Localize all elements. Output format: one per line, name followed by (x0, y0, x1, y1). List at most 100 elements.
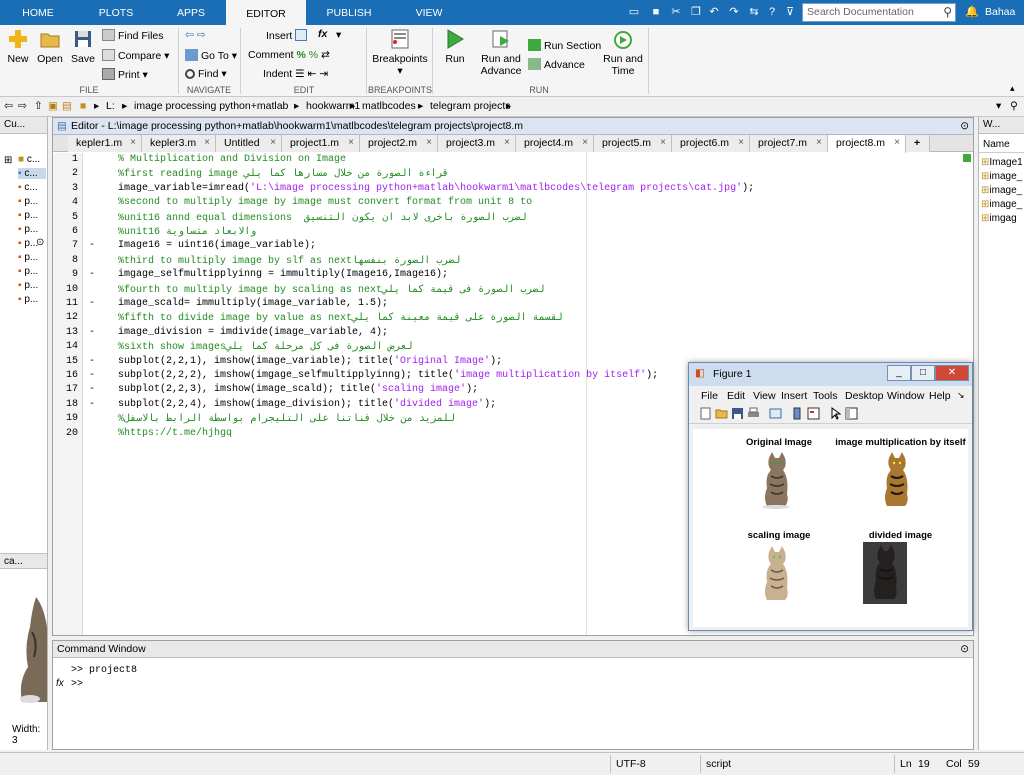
open-button[interactable]: Open (36, 28, 64, 65)
line-number[interactable]: 7 (72, 240, 78, 251)
command-window-menu-icon[interactable]: ⊙ (960, 643, 969, 655)
file-item[interactable]: ▪ p... (18, 196, 38, 207)
editor-tab[interactable]: kepler1.m × (68, 135, 142, 152)
code-analyzer-indicator-icon[interactable] (963, 154, 971, 162)
executable-line-marker[interactable]: - (89, 327, 95, 338)
close-icon[interactable]: × (894, 137, 900, 148)
cut-icon[interactable]: ✂ (668, 4, 684, 20)
line-number[interactable]: 19 (66, 413, 78, 424)
fx-icon[interactable]: fx (56, 678, 64, 689)
code-line[interactable]: %first reading image قراءة الصورة من خلا… (106, 168, 449, 180)
line-number[interactable]: 2 (72, 168, 78, 179)
workspace-variable[interactable]: ⊞Image1 (981, 157, 1023, 168)
code-line[interactable]: %fourth to multiply image by scaling as … (106, 284, 545, 296)
code-line[interactable]: subplot(2,2,2), imshow(imgage_selfmultip… (106, 370, 658, 381)
executable-line-marker[interactable]: - (89, 370, 95, 381)
code-line[interactable]: %unit16 annd equal dimensions لضرب الصور… (106, 212, 527, 224)
tab-home[interactable]: HOME (0, 0, 76, 25)
close-icon[interactable]: × (660, 137, 666, 148)
file-item[interactable]: ▪ p... (18, 238, 38, 249)
switch-windows-icon[interactable]: ⇆ (746, 4, 762, 20)
file-item[interactable]: ▪ c... (18, 168, 46, 179)
search-input[interactable]: Search Documentation ⚲ (802, 3, 956, 22)
executable-line-marker[interactable]: - (89, 298, 95, 309)
code-line[interactable]: subplot(2,2,3), imshow(image_scald); tit… (106, 384, 478, 395)
file-item[interactable]: ▪ p... (18, 294, 38, 305)
print-button[interactable]: Print ▾ (102, 68, 148, 81)
line-number[interactable]: 9 (72, 269, 78, 280)
code-line[interactable]: image_variable=imread('L:\image processi… (106, 183, 754, 194)
line-number[interactable]: 14 (66, 341, 78, 352)
close-icon[interactable]: × (204, 137, 210, 148)
bell-icon[interactable]: 🔔 (964, 4, 980, 20)
collapse-ribbon-icon[interactable]: ▴ (1010, 83, 1015, 94)
figure-window[interactable]: ◧ Figure 1 _ □ ✕ File Edit View Insert T… (688, 362, 973, 631)
path-segment[interactable]: telegram projects (430, 100, 511, 112)
executable-line-marker[interactable]: - (89, 269, 95, 280)
code-line[interactable]: subplot(2,2,4), imshow(image_division); … (106, 399, 496, 410)
forward-icon[interactable]: ⇨ (18, 100, 27, 112)
save-quick-icon[interactable]: ■ (648, 4, 664, 20)
code-line[interactable]: %second to multiply image by image must … (106, 197, 532, 208)
workspace-variable[interactable]: ⊞image_ (981, 171, 1022, 182)
maximize-button[interactable]: □ (911, 365, 935, 381)
line-number[interactable]: 11 (66, 298, 78, 309)
close-icon[interactable]: × (816, 137, 822, 148)
file-item[interactable]: ■ c... (18, 154, 40, 165)
close-icon[interactable]: × (582, 137, 588, 148)
code-line[interactable]: %third to multiply image by slf as nextل… (106, 255, 460, 267)
close-icon[interactable]: × (738, 137, 744, 148)
figure-titlebar[interactable]: ◧ Figure 1 _ □ ✕ (689, 363, 972, 386)
line-number[interactable]: 12 (66, 312, 78, 323)
close-button[interactable]: ✕ (935, 365, 969, 381)
tab-editor[interactable]: EDITOR (226, 0, 306, 25)
line-number[interactable]: 8 (72, 255, 78, 266)
file-item[interactable]: ▪ p... (18, 252, 38, 263)
line-number[interactable]: 15 (66, 356, 78, 367)
file-item[interactable]: ▪ p... (18, 224, 38, 235)
menu-tools[interactable]: Tools (813, 390, 838, 402)
code-line[interactable]: %fifth to divide image by value as nextل… (106, 312, 563, 324)
pointer-icon[interactable] (829, 407, 842, 420)
file-item[interactable]: ▪ c... (18, 182, 38, 193)
line-number[interactable]: 13 (66, 327, 78, 338)
code-line[interactable]: %sixth show imagesلعرض الصورة فى كل مرحل… (106, 341, 413, 353)
line-number[interactable]: 18 (66, 399, 78, 410)
fx-icon[interactable]: fx (318, 28, 327, 40)
code-line[interactable]: %للمزيد من خلال قناتنا على التليجرام بوا… (106, 413, 455, 425)
tab-apps[interactable]: APPS (156, 0, 226, 25)
menu-view[interactable]: View (753, 390, 776, 402)
code-line[interactable]: %https://t.me/hjhgq (106, 428, 232, 439)
menu-file[interactable]: File (701, 390, 718, 402)
code-line[interactable]: imgage_selfmultipplyinng = immultiply(Im… (106, 269, 448, 280)
line-number[interactable]: 17 (66, 384, 78, 395)
close-icon[interactable]: × (504, 137, 510, 148)
line-number[interactable]: 5 (72, 212, 78, 223)
file-item[interactable]: ▪ p... (18, 280, 38, 291)
line-number[interactable]: 3 (72, 183, 78, 194)
file-item[interactable]: ▪ p... (18, 210, 38, 221)
editor-tab[interactable]: project1.m × (282, 135, 360, 152)
save-button[interactable]: Save (70, 28, 96, 65)
find-button[interactable]: Find ▾ (185, 68, 227, 80)
colorbar-icon[interactable] (791, 407, 804, 420)
editor-tab[interactable]: project2.m × (360, 135, 438, 152)
workspace-variable[interactable]: ⊞image_ (981, 199, 1022, 210)
find-files-button[interactable]: Find Files (102, 29, 164, 42)
search-folder-icon[interactable]: ▤ (62, 100, 72, 112)
menu-insert[interactable]: Insert (781, 390, 807, 402)
editor-tab[interactable]: project4.m × (516, 135, 594, 152)
minimize-button[interactable]: _ (887, 365, 911, 381)
comment-button[interactable]: Comment % % ⇄ (248, 49, 330, 61)
expand-toggle-icon[interactable]: ⊞ (4, 155, 12, 166)
run-button[interactable]: Run (440, 28, 470, 65)
new-tab-button[interactable]: + (906, 135, 930, 152)
new-button[interactable]: New (4, 28, 32, 65)
line-number[interactable]: 1 (72, 154, 78, 165)
run-and-time-button[interactable]: Run and Time (600, 28, 646, 77)
executable-line-marker[interactable]: - (89, 240, 95, 251)
editor-tab[interactable]: kepler3.m × (142, 135, 216, 152)
tab-plots[interactable]: PLOTS (76, 0, 156, 25)
close-icon[interactable]: × (426, 137, 432, 148)
browse-icon[interactable]: ⚲ (1010, 100, 1018, 112)
